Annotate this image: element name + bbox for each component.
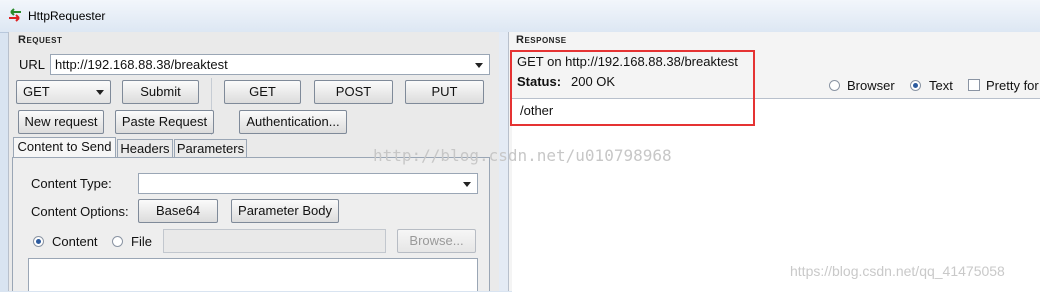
window-title: HttpRequester [28,9,106,23]
content-options-label: Content Options: [31,204,129,219]
request-section-title: Request [18,34,63,46]
browse-button[interactable]: Browse... [397,229,476,253]
file-radio[interactable] [112,236,123,247]
pretty-format-label: Pretty for [986,78,1039,93]
chevron-down-icon[interactable] [96,90,104,95]
text-radio[interactable] [910,80,921,91]
paste-request-button[interactable]: Paste Request [115,110,214,134]
tab-headers[interactable]: Headers [117,139,173,157]
chevron-down-icon[interactable] [463,182,471,187]
content-radio-label: Content [52,234,98,249]
arrows-icon [9,8,21,22]
content-radio[interactable] [33,236,44,247]
parameter-body-button[interactable]: Parameter Body [231,199,339,223]
file-path-input[interactable] [163,229,386,253]
tab-content-to-send[interactable]: Content to Send [13,137,116,158]
status-label: Status: [517,74,562,89]
watermark-bottom-right: https://blog.csdn.net/qq_41475058 [790,263,1005,279]
response-section-title: Response [516,34,567,46]
content-type-label: Content Type: [31,176,112,191]
content-textarea[interactable] [28,258,478,291]
url-input[interactable]: http://192.168.88.38/breaktest [50,54,490,75]
put-button[interactable]: PUT [405,80,484,104]
method-select[interactable]: GET [16,80,111,104]
file-radio-label: File [131,234,152,249]
content-type-select[interactable] [138,173,478,194]
url-label: URL [19,57,46,72]
status-value: 200 OK [571,74,616,89]
authentication-button[interactable]: Authentication... [239,110,347,134]
post-button[interactable]: POST [314,80,393,104]
text-radio-label: Text [929,78,953,93]
response-summary: GET on http://192.168.88.38/breaktest [517,54,738,69]
watermark-center: http://blog.csdn.net/u010798968 [373,146,672,165]
base64-button[interactable]: Base64 [138,199,218,223]
new-request-button[interactable]: New request [18,110,104,134]
submit-button[interactable]: Submit [122,80,199,104]
url-value: http://192.168.88.38/breaktest [55,57,228,72]
get-button[interactable]: GET [224,80,301,104]
tab-parameters[interactable]: Parameters [174,139,247,157]
browser-radio-label: Browser [847,78,895,93]
chevron-down-icon[interactable] [475,63,483,68]
method-selected: GET [23,84,50,99]
pretty-format-checkbox[interactable] [968,79,980,91]
browser-radio[interactable] [829,80,840,91]
response-body-text: /other [520,103,554,118]
title-bar: HttpRequester [0,0,1040,33]
